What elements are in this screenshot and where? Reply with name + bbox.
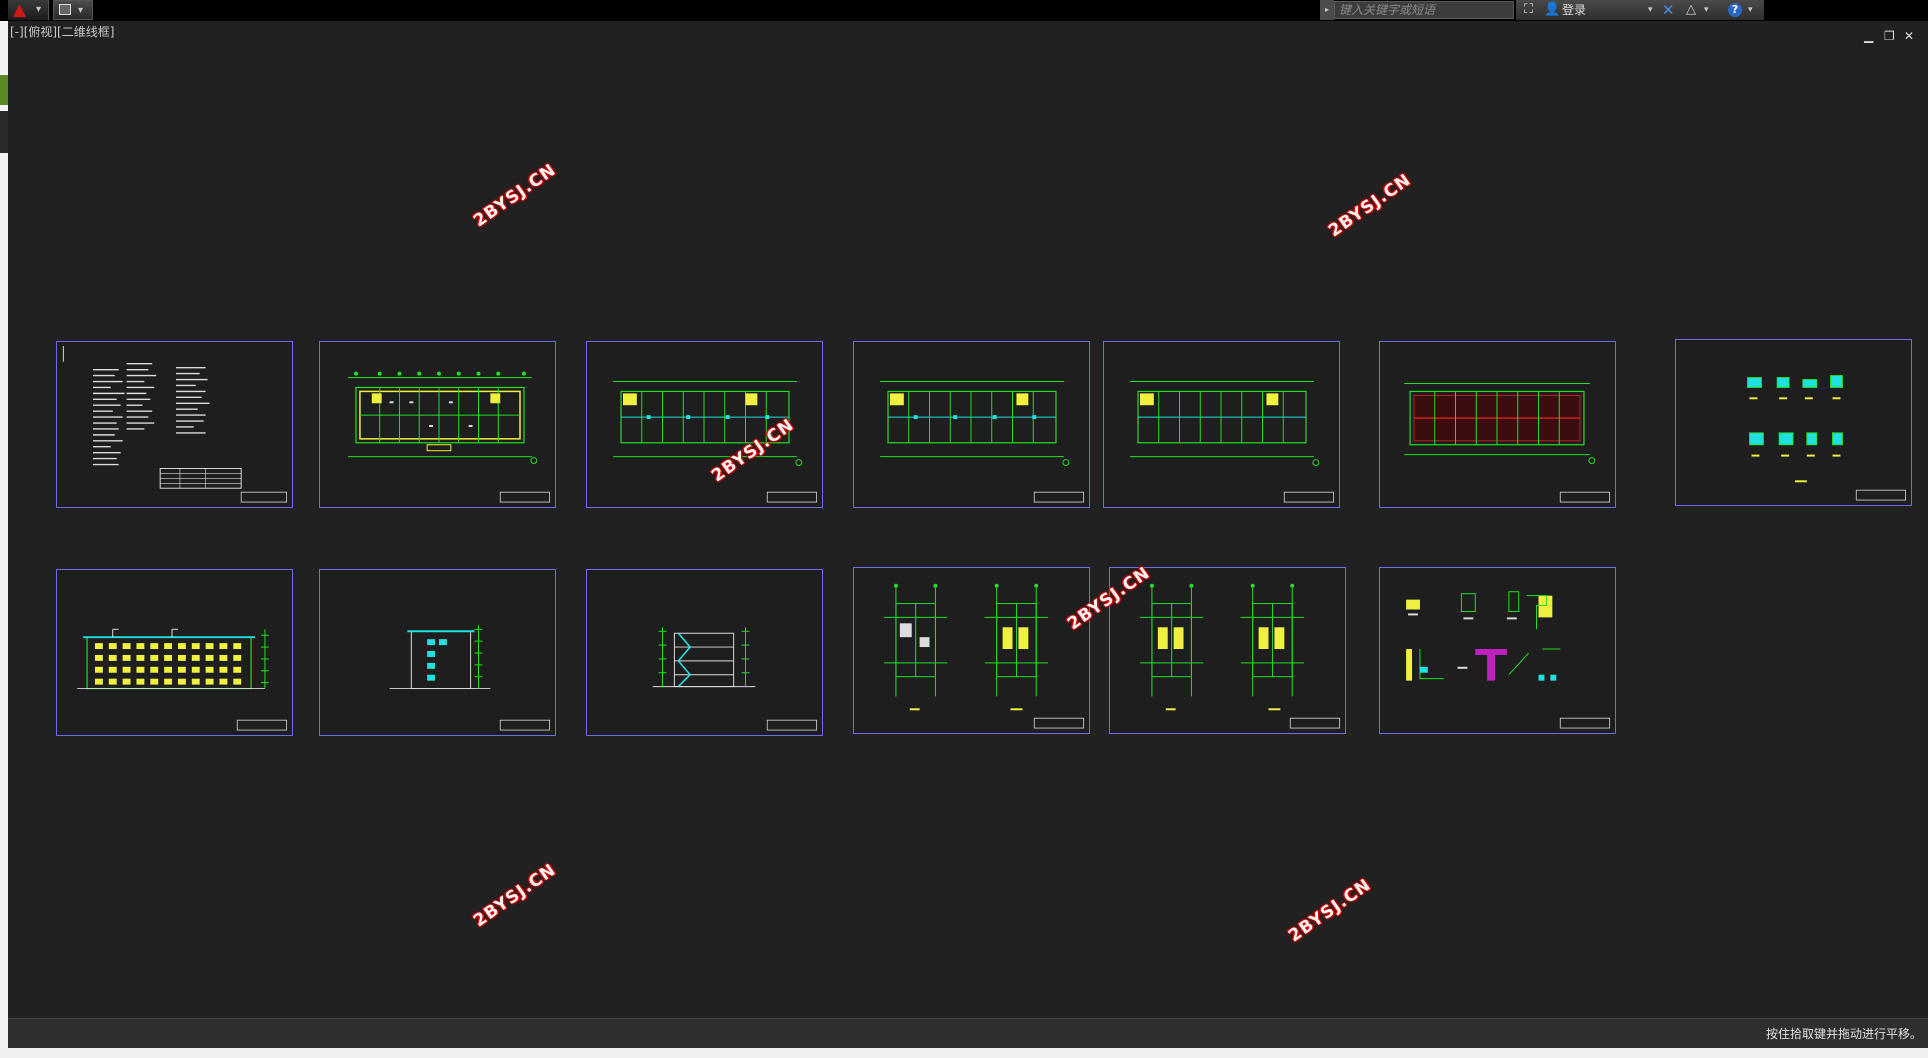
chevron-down-icon[interactable]: ▾	[1748, 0, 1753, 20]
sheet-floor-plan-4[interactable]	[1103, 341, 1340, 508]
sheet-stair-plans-b-drawing	[1140, 583, 1341, 729]
sheet-floor-plan-3[interactable]	[853, 341, 1090, 508]
sheet-front-elevation[interactable]	[56, 569, 293, 736]
sheet-roof-plan-drawing	[1404, 383, 1611, 503]
application-menu-button[interactable]: ▲ ▾	[8, 0, 49, 20]
binoculars-icon[interactable]: ⛶	[1524, 0, 1533, 20]
status-message: 按住拾取键并拖动进行平移。	[1765, 1027, 1922, 1041]
chevron-down-icon[interactable]: ▾	[1704, 0, 1709, 20]
sheet-floor-plan-3-drawing	[880, 381, 1085, 503]
sheet-floor-plan-1[interactable]	[319, 341, 556, 508]
sheet-stair-plans-a-drawing	[884, 583, 1085, 729]
watermark: 2BYSJ.CN	[470, 859, 561, 932]
sheet-section-drawing	[652, 627, 818, 731]
sheet-side-elevation[interactable]	[319, 569, 556, 736]
login-button[interactable]: 登录	[1562, 0, 1586, 20]
sheet-side-elevation-drawing	[389, 625, 551, 731]
restore-icon[interactable]: ❐	[1884, 28, 1895, 44]
sheet-section[interactable]	[586, 569, 823, 736]
chevron-down-icon: ▾	[78, 5, 84, 16]
sheet-front-elevation-drawing	[77, 628, 288, 731]
sheet-node-details-drawing	[1406, 591, 1611, 729]
quick-access-button[interactable]: ▾	[53, 0, 93, 20]
exchange-icon[interactable]: ✕	[1662, 0, 1675, 20]
a360-icon[interactable]: △	[1686, 0, 1696, 20]
chevron-down-icon: ▾	[36, 4, 42, 15]
left-edge-panel	[0, 21, 8, 1058]
bottom-edge	[0, 1048, 1928, 1058]
quick-access-icon	[59, 4, 71, 15]
sheet-roof-plan[interactable]	[1379, 341, 1616, 508]
sheet-floor-plan-1-drawing	[348, 371, 551, 503]
help-icon[interactable]: ?	[1728, 3, 1742, 17]
sheet-design-notes[interactable]	[56, 341, 293, 508]
sheet-design-notes-drawing	[62, 345, 288, 503]
search-expand-arrow[interactable]: ▸	[1320, 0, 1334, 20]
search-input[interactable]: 键入关键字或短语	[1334, 1, 1514, 19]
sheet-stair-plans-b[interactable]	[1109, 567, 1346, 734]
info-center: ⛶ 👤 登录 ▾ ✕ △ ▾ ? ▾	[1516, 0, 1764, 20]
sheet-node-details[interactable]	[1379, 567, 1616, 734]
panel-tab-marker	[0, 111, 8, 153]
viewport-controls-label[interactable]: [-][俯视][二维线框]	[10, 25, 114, 39]
chevron-down-icon[interactable]: ▾	[1648, 0, 1653, 20]
minimize-icon[interactable]: ▁	[1864, 28, 1873, 44]
title-bar: ▲ ▾ ▾ ▸ 键入关键字或短语 ⛶ 👤 登录 ▾ ✕ △ ▾ ? ▾	[0, 0, 1928, 21]
status-bar: 按住拾取键并拖动进行平移。	[8, 1018, 1928, 1049]
drawing-window-controls: ▁ ❐ ✕	[1862, 28, 1922, 44]
sheet-window-details[interactable]	[1675, 339, 1912, 506]
user-icon[interactable]: 👤	[1544, 0, 1560, 20]
watermark: 2BYSJ.CN	[470, 159, 561, 232]
watermark: 2BYSJ.CN	[1325, 169, 1416, 242]
sheet-window-details-drawing	[1747, 375, 1907, 501]
autocad-logo-icon: ▲	[13, 0, 27, 20]
sheet-floor-plan-4-drawing	[1130, 381, 1335, 503]
panel-tab-marker	[0, 75, 8, 105]
watermark: 2BYSJ.CN	[1285, 874, 1376, 947]
sheet-stair-plans-a[interactable]	[853, 567, 1090, 734]
close-icon[interactable]: ✕	[1904, 28, 1914, 44]
